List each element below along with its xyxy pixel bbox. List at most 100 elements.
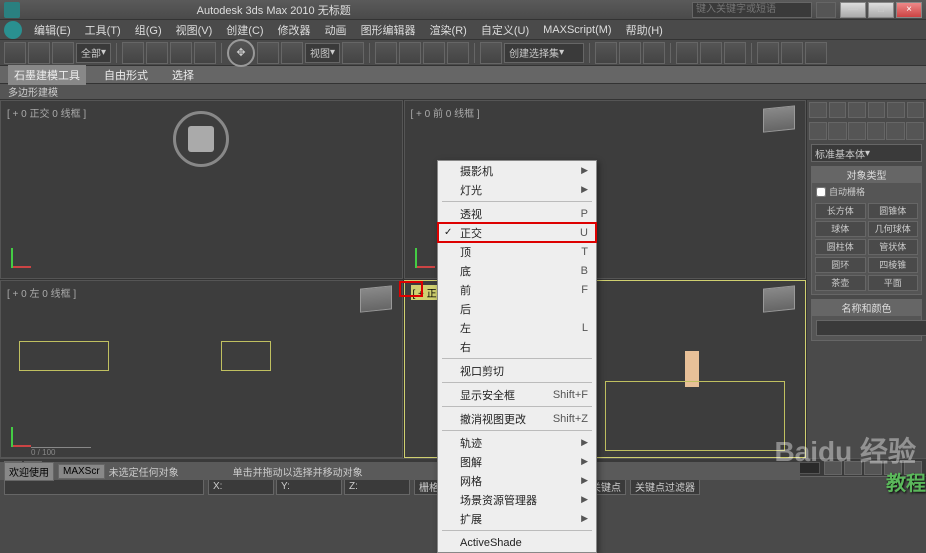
vp-label-tr[interactable]: [ + 0 前 0 线框 ] (411, 105, 480, 120)
menu-anim[interactable]: 动画 (319, 20, 353, 40)
schematic-icon[interactable] (700, 42, 722, 64)
cm-schematic[interactable]: 图解▶ (438, 452, 596, 471)
ribbon-tab-graphite[interactable]: 石墨建模工具 (8, 65, 86, 85)
menu-edit[interactable]: 编辑(E) (28, 20, 77, 40)
prim-teapot-button[interactable]: 茶壶 (815, 275, 866, 291)
rollout-header[interactable]: 对象类型 (812, 167, 921, 183)
play-prev-icon[interactable] (844, 461, 862, 475)
cm-lights[interactable]: 灯光▶ (438, 180, 596, 199)
prim-pyramid-button[interactable]: 四棱锥 (868, 257, 919, 273)
cm-clip[interactable]: 视口剪切 (438, 361, 596, 380)
rotate-icon[interactable] (257, 42, 279, 64)
prim-plane-button[interactable]: 平面 (868, 275, 919, 291)
cm-bottom[interactable]: 底B (438, 261, 596, 280)
tab-create-icon[interactable] (809, 122, 827, 140)
cm-safeframe[interactable]: 显示安全框Shift+F (438, 385, 596, 404)
scale-icon[interactable] (281, 42, 303, 64)
pivot-icon[interactable] (342, 42, 364, 64)
coord-y-input[interactable]: Y: (276, 479, 342, 495)
curve-editor-icon[interactable] (676, 42, 698, 64)
align-icon[interactable] (619, 42, 641, 64)
create-set-dropdown[interactable]: 创建选择集 ▾ (504, 43, 584, 63)
render-icon[interactable] (805, 42, 827, 64)
search-button[interactable] (816, 2, 836, 18)
category-dropdown[interactable]: 标准基本体 ▾ (811, 144, 922, 162)
cm-orthographic[interactable]: 正交U (438, 223, 596, 242)
prim-torus-button[interactable]: 圆环 (815, 257, 866, 273)
key-filter-button[interactable]: 关键点过滤器 (630, 479, 700, 495)
play-next-icon[interactable] (884, 461, 902, 475)
render-setup-icon[interactable] (757, 42, 779, 64)
named-sel-icon[interactable] (480, 42, 502, 64)
undo-icon[interactable] (4, 42, 26, 64)
scope-dropdown[interactable]: 全部 ▾ (76, 43, 111, 63)
coord-x-input[interactable]: X: (208, 479, 274, 495)
panel-icon[interactable] (887, 102, 905, 118)
viewcube-icon[interactable] (360, 285, 392, 312)
menu-help[interactable]: 帮助(H) (620, 20, 669, 40)
minimize-button[interactable]: — (840, 2, 866, 18)
panel-icon[interactable] (907, 102, 925, 118)
mirror-icon[interactable] (595, 42, 617, 64)
panel-icon[interactable] (809, 102, 827, 118)
cm-grid[interactable]: 网格▶ (438, 471, 596, 490)
cm-perspective[interactable]: 透视P (438, 204, 596, 223)
material-icon[interactable] (724, 42, 746, 64)
maximize-button[interactable]: □ (868, 2, 894, 18)
tab-utilities-icon[interactable] (906, 122, 924, 140)
cm-right[interactable]: 右 (438, 337, 596, 356)
spinner-snap-icon[interactable] (447, 42, 469, 64)
play-icon[interactable] (864, 461, 882, 475)
angle-snap-icon[interactable] (399, 42, 421, 64)
coord-z-input[interactable]: Z: (344, 479, 410, 495)
listener-input[interactable] (4, 479, 204, 495)
menu-create[interactable]: 创建(C) (220, 20, 269, 40)
vp-label-bl[interactable]: [ + 0 左 0 线框 ] (7, 285, 76, 300)
search-input[interactable] (692, 2, 812, 18)
ribbon-tab-freeform[interactable]: 自由形式 (98, 65, 154, 85)
autogrid-check[interactable]: 自动栅格 (812, 183, 921, 200)
layer-icon[interactable] (643, 42, 665, 64)
redo-icon[interactable] (28, 42, 50, 64)
ribbon-tab-select[interactable]: 选择 (166, 65, 200, 85)
menu-customize[interactable]: 自定义(U) (475, 20, 535, 40)
link-icon[interactable] (52, 42, 74, 64)
select-icon[interactable] (122, 42, 144, 64)
menu-group[interactable]: 组(G) (129, 20, 168, 40)
panel-icon[interactable] (868, 102, 886, 118)
cm-back[interactable]: 后 (438, 299, 596, 318)
cm-left[interactable]: 左L (438, 318, 596, 337)
maxscript-label[interactable]: MAXScr (58, 464, 105, 479)
menu-maxscript[interactable]: MAXScript(M) (537, 22, 617, 38)
panel-icon[interactable] (829, 102, 847, 118)
play-start-icon[interactable] (824, 461, 842, 475)
viewport-top-left[interactable]: [ + 0 正交 0 线框 ] (0, 100, 403, 279)
prim-tube-button[interactable]: 管状体 (868, 239, 919, 255)
ref-coord-dropdown[interactable]: 视图 ▾ (305, 43, 340, 63)
select-name-icon[interactable] (146, 42, 168, 64)
viewcube-icon[interactable] (763, 105, 795, 132)
cm-cameras[interactable]: 摄影机▶ (438, 161, 596, 180)
viewport-bottom-left[interactable]: [ + 0 左 0 线框 ] 0 / 100 (0, 280, 403, 459)
menu-render[interactable]: 渲染(R) (424, 20, 473, 40)
tab-display-icon[interactable] (886, 122, 904, 140)
prim-cone-button[interactable]: 圆锥体 (868, 203, 919, 219)
prim-sphere-button[interactable]: 球体 (815, 221, 866, 237)
prim-box-button[interactable]: 长方体 (815, 203, 866, 219)
prim-cylinder-button[interactable]: 圆柱体 (815, 239, 866, 255)
tab-hierarchy-icon[interactable] (848, 122, 866, 140)
ribbon-sub-label[interactable]: 多边形建模 (8, 84, 58, 99)
move-gizmo-icon[interactable]: ✥ (227, 39, 255, 67)
tab-motion-icon[interactable] (867, 122, 885, 140)
vp-label-tl[interactable]: [ + 0 正交 0 线框 ] (7, 105, 86, 120)
object-name-input[interactable] (816, 320, 926, 336)
menu-tools[interactable]: 工具(T) (79, 20, 127, 40)
percent-snap-icon[interactable] (423, 42, 445, 64)
cm-undo-view[interactable]: 撤消视图更改Shift+Z (438, 409, 596, 428)
cm-top[interactable]: 顶T (438, 242, 596, 261)
rect-select-icon[interactable] (170, 42, 192, 64)
panel-icon[interactable] (848, 102, 866, 118)
render-frame-icon[interactable] (781, 42, 803, 64)
close-button[interactable]: × (896, 2, 922, 18)
cm-activeshade[interactable]: ActiveShade (438, 533, 596, 552)
